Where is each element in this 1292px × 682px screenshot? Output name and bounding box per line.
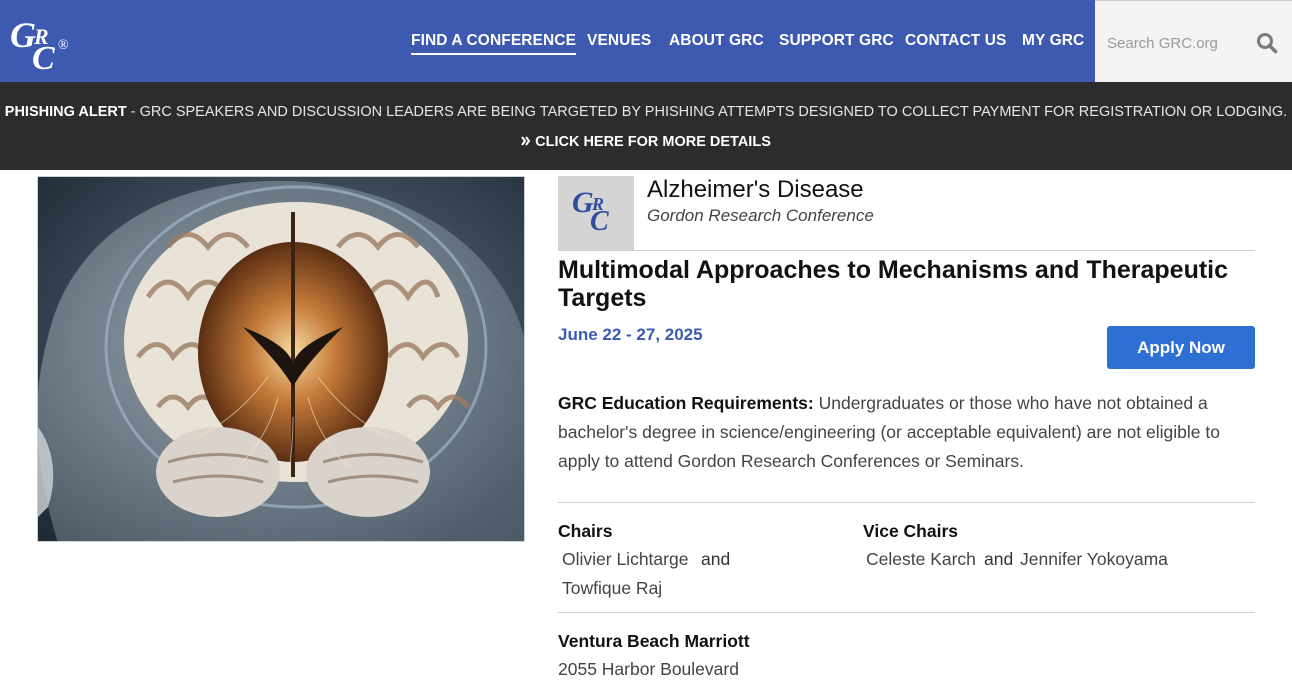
alert-details-link[interactable]: CLICK HERE FOR MORE DETAILS <box>0 134 1292 150</box>
vice-chair-name[interactable]: Jennifer Yokoyama <box>1020 549 1168 570</box>
site-header: G R C ® FIND A CONFERENCE VENUES ABOUT GRC … <box>0 0 1292 82</box>
conference-type: Gordon Research Conference <box>647 206 874 225</box>
phishing-alert-bar: PHISHING ALERT - GRC SPEAKERS AND DISCUS… <box>0 82 1292 170</box>
chair-name[interactable]: Olivier Lichtarge <box>562 549 688 570</box>
conference-title: Multimodal Approaches to Mechanisms and … <box>558 256 1229 312</box>
conference-grc-logo: GRC <box>558 176 634 250</box>
nav-find-a-conference[interactable]: FIND A CONFERENCE <box>411 32 577 55</box>
alert-link-label: CLICK HERE FOR MORE DETAILS <box>535 134 771 150</box>
alert-message: - GRC SPEAKERS AND DISCUSSION LEADERS AR… <box>126 104 1288 120</box>
vice-chairs-label: Vice Chairs <box>863 521 959 541</box>
chairs-label: Chairs <box>558 521 613 541</box>
nav-contact-us[interactable]: CONTACT US <box>905 32 1006 50</box>
conference-hero-image <box>37 176 525 542</box>
nav-my-grc[interactable]: MY GRC <box>1022 32 1084 50</box>
and-text: and <box>701 549 731 569</box>
venue-name[interactable]: Ventura Beach Marriott <box>558 631 750 652</box>
divider <box>558 502 1255 503</box>
search-input[interactable] <box>1107 31 1247 55</box>
venue-address: 2055 Harbor Boulevard <box>558 659 739 679</box>
grc-logo[interactable]: G R C ® <box>8 10 78 77</box>
alert-label: PHISHING ALERT <box>4 104 127 120</box>
nav-about-grc[interactable]: ABOUT GRC <box>669 32 764 50</box>
search-icon[interactable] <box>1256 32 1278 54</box>
education-label: GRC Education Requirements: <box>558 393 814 413</box>
education-requirements: GRC Education Requirements: Undergraduat… <box>558 389 1248 476</box>
and-text: and <box>984 549 1014 569</box>
double-chevron-right-icon <box>521 136 531 146</box>
apply-now-button[interactable]: Apply Now <box>1107 326 1255 369</box>
divider <box>558 612 1255 613</box>
conference-dates: June 22 - 27, 2025 <box>558 325 703 344</box>
nav-support-grc[interactable]: SUPPORT GRC <box>779 32 894 50</box>
divider <box>558 250 1255 251</box>
nav-venues[interactable]: VENUES <box>587 32 651 50</box>
chair-name[interactable]: Towfique Raj <box>562 578 662 599</box>
alert-line: PHISHING ALERT - GRC SPEAKERS AND DISCUS… <box>0 104 1292 120</box>
vice-chair-name[interactable]: Celeste Karch <box>866 549 976 570</box>
conference-name: Alzheimer's Disease <box>647 176 864 203</box>
